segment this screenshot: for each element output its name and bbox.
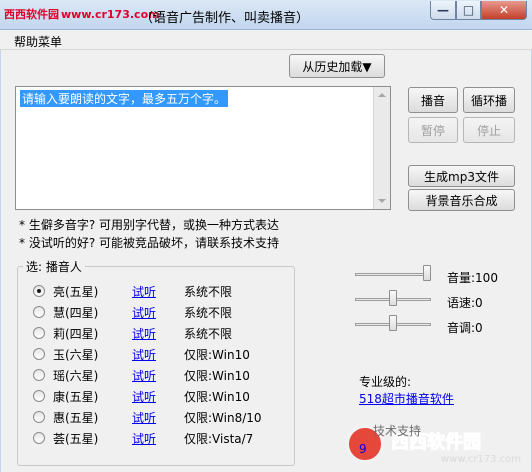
voice-name: 亮(五星) — [53, 285, 99, 299]
try-listen-link[interactable]: 试听 — [132, 367, 156, 384]
scroll-up-icon[interactable] — [378, 93, 386, 97]
note-line-2: * 没试听的好? 可能被竞品破坏，请联系技术支持 — [19, 236, 279, 250]
voice-name: 惠(五星) — [53, 411, 99, 425]
voice-os-limit: 仅限:Win8/10 — [184, 411, 262, 425]
voice-radio[interactable] — [33, 285, 45, 297]
speed-slider[interactable] — [355, 290, 433, 308]
text-input-scrollbar[interactable] — [373, 87, 390, 209]
pro-software-link[interactable]: 518超市播音软件 — [359, 390, 454, 407]
voice-os-limit: 仅限:Win10 — [184, 348, 250, 362]
maximize-button[interactable]: □ — [456, 1, 481, 20]
try-listen-link[interactable]: 试听 — [132, 409, 156, 426]
watermark-logo: 西西软件园 www.cr173.com — [4, 8, 160, 21]
play-button[interactable]: 播音 — [408, 87, 458, 113]
voice-name: 莉(四星) — [53, 327, 99, 341]
stop-button[interactable]: 停止 — [463, 117, 515, 143]
pro-title: 专业级的: — [359, 375, 412, 389]
pause-button[interactable]: 暂停 — [408, 117, 458, 143]
close-button[interactable]: ✕ — [481, 1, 527, 20]
voice-name: 康(五星) — [53, 390, 99, 404]
voice-os-limit: 系统不限 — [184, 327, 233, 341]
minimize-button[interactable]: — — [430, 1, 456, 20]
voice-group-title: 选: 播音人 — [23, 258, 85, 275]
watermark-bottom-url: www.cr173.com — [441, 454, 522, 465]
pitch-slider-thumb[interactable] — [389, 315, 397, 331]
tech-support-label: 技术支持 — [373, 424, 422, 438]
voice-os-limit: 系统不限 — [184, 306, 233, 320]
text-input-value: 请输入要朗读的文字，最多五万个字。 — [20, 90, 229, 107]
close-icon: ✕ — [498, 3, 510, 17]
voice-name: 玉(六星) — [53, 348, 99, 362]
menu-help[interactable]: 帮助菜单 — [14, 33, 62, 50]
volume-slider-track — [355, 273, 431, 276]
tech-support-link[interactable]: 9 — [359, 442, 367, 456]
voice-radio[interactable] — [33, 411, 45, 423]
pitch-slider[interactable] — [355, 315, 433, 333]
voice-radio[interactable] — [33, 390, 45, 402]
note-line-1: * 生僻多音字? 可用别字代替，或换一种方式表达 — [19, 218, 279, 232]
voice-name: 瑶(六星) — [53, 369, 99, 383]
voice-radio[interactable] — [33, 348, 45, 360]
try-listen-link[interactable]: 试听 — [132, 346, 156, 363]
try-listen-link[interactable]: 试听 — [132, 325, 156, 342]
try-listen-link[interactable]: 试听 — [132, 430, 156, 447]
scroll-down-icon[interactable] — [378, 199, 386, 203]
try-listen-link[interactable]: 试听 — [132, 304, 156, 321]
volume-slider[interactable] — [355, 265, 433, 283]
voice-radio[interactable] — [33, 327, 45, 339]
maximize-icon: □ — [462, 3, 475, 17]
voice-name: 荟(五星) — [53, 432, 99, 446]
voice-name: 慧(四星) — [53, 306, 99, 320]
minimize-icon: — — [437, 3, 449, 17]
menu-bar: 帮助菜单 — [0, 30, 532, 50]
voice-os-limit: 仅限:Win10 — [184, 390, 250, 404]
try-listen-link[interactable]: 试听 — [132, 283, 156, 300]
volume-slider-thumb[interactable] — [423, 265, 431, 281]
bg-music-button[interactable]: 背景音乐合成 — [408, 189, 515, 211]
voice-radio[interactable] — [33, 369, 45, 381]
voice-os-limit: 系统不限 — [184, 285, 233, 299]
voice-os-limit: 仅限:Vista/7 — [184, 432, 254, 446]
window-title: （语音广告制作、叫卖播音） — [140, 11, 310, 26]
history-load-button[interactable]: 从历史加载▼ — [289, 54, 385, 78]
main-panel: 从历史加载▼ 请输入要朗读的文字，最多五万个字。 播音 循环播 暂停 停止 生成… — [0, 50, 532, 472]
loop-play-button[interactable]: 循环播 — [463, 87, 515, 113]
volume-label: 音量:100 — [447, 271, 498, 285]
make-mp3-button[interactable]: 生成mp3文件 — [408, 165, 515, 187]
speed-label: 语速:0 — [447, 296, 483, 310]
voice-os-limit: 仅限:Win10 — [184, 369, 250, 383]
try-listen-link[interactable]: 试听 — [132, 388, 156, 405]
voice-radio[interactable] — [33, 432, 45, 444]
title-bar: 西西软件园 www.cr173.com （语音广告制作、叫卖播音） — □ ✕ — [0, 0, 532, 30]
speed-slider-thumb[interactable] — [389, 290, 397, 306]
voice-radio[interactable] — [33, 306, 45, 318]
text-input[interactable]: 请输入要朗读的文字，最多五万个字。 — [15, 86, 391, 210]
pitch-label: 音调:0 — [447, 321, 483, 335]
